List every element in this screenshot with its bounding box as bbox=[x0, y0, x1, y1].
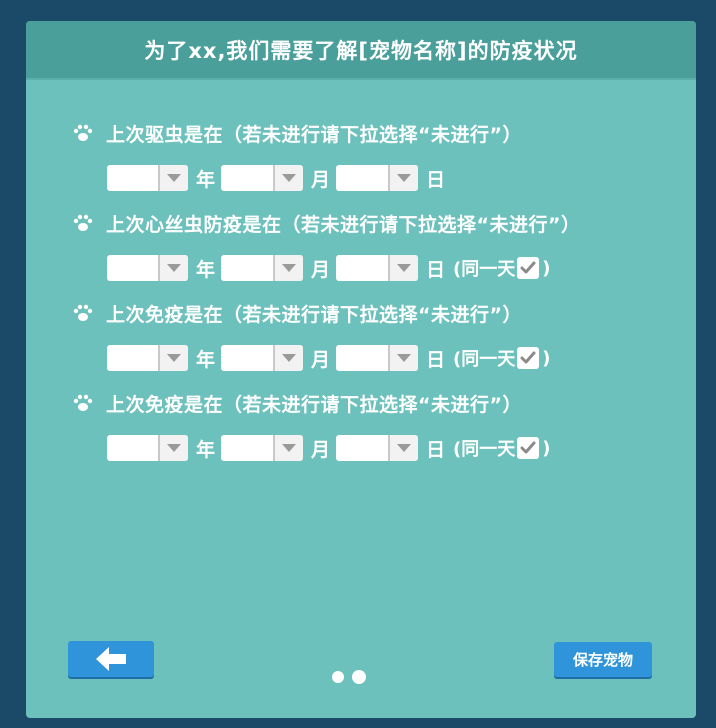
month-label: 月 bbox=[311, 168, 331, 191]
question-label: 上次心丝虫防疫是在（若未进行请下拉选择“未进行”） bbox=[106, 213, 581, 236]
same-day-close: ) bbox=[542, 257, 551, 279]
chevron-down-icon bbox=[397, 354, 412, 362]
year-select[interactable] bbox=[107, 255, 188, 281]
same-day-label: (同一天 bbox=[453, 439, 516, 460]
day-label: 日 bbox=[426, 348, 446, 371]
day-select[interactable] bbox=[336, 435, 419, 461]
month-select[interactable] bbox=[221, 255, 304, 281]
day-label: 日 bbox=[426, 168, 446, 191]
paw-icon bbox=[73, 214, 93, 231]
year-select[interactable] bbox=[107, 435, 188, 461]
same-day-label: (同一天 bbox=[453, 259, 516, 280]
chevron-down-icon bbox=[282, 354, 297, 362]
day-select[interactable] bbox=[336, 165, 419, 191]
same-day-checkbox[interactable] bbox=[517, 347, 540, 369]
paw-icon bbox=[73, 394, 93, 411]
year-label: 年 bbox=[196, 168, 216, 191]
back-button[interactable] bbox=[68, 641, 154, 677]
month-select[interactable] bbox=[221, 165, 304, 191]
title-bar: 为了xx,我们需要了解[宠物名称]的防疫状况 bbox=[26, 21, 696, 80]
save-pet-button[interactable]: 保存宠物 bbox=[554, 642, 652, 677]
year-select[interactable] bbox=[107, 165, 188, 191]
question-label: 上次免疫是在（若未进行请下拉选择“未进行”） bbox=[106, 303, 522, 326]
same-day-checkbox[interactable] bbox=[517, 437, 540, 459]
arrow-left-icon bbox=[96, 647, 126, 671]
paw-icon bbox=[73, 304, 93, 321]
page-title: 为了xx,我们需要了解[宠物名称]的防疫状况 bbox=[144, 38, 578, 63]
chevron-down-icon bbox=[167, 264, 181, 272]
day-label: 日 bbox=[426, 258, 446, 281]
year-label: 年 bbox=[196, 348, 216, 371]
checkmark-icon bbox=[520, 261, 536, 274]
same-day-close: ) bbox=[542, 347, 551, 369]
month-select[interactable] bbox=[221, 435, 304, 461]
month-label: 月 bbox=[311, 438, 331, 461]
day-select[interactable] bbox=[336, 255, 419, 281]
chevron-down-icon bbox=[397, 264, 412, 272]
month-label: 月 bbox=[311, 258, 331, 281]
day-select[interactable] bbox=[336, 345, 419, 371]
chevron-down-icon bbox=[282, 264, 297, 272]
day-label: 日 bbox=[426, 438, 446, 461]
year-label: 年 bbox=[196, 258, 216, 281]
form-panel: 为了xx,我们需要了解[宠物名称]的防疫状况 上次驱虫是在（若未进行请下拉选择“… bbox=[26, 21, 696, 718]
chevron-down-icon bbox=[397, 174, 412, 182]
question-label: 上次免疫是在（若未进行请下拉选择“未进行”） bbox=[106, 393, 522, 416]
year-label: 年 bbox=[196, 438, 216, 461]
checkmark-icon bbox=[520, 441, 536, 454]
page-indicator bbox=[332, 670, 366, 684]
year-select[interactable] bbox=[107, 345, 188, 371]
same-day-close: ) bbox=[542, 437, 551, 459]
month-select[interactable] bbox=[221, 345, 304, 371]
chevron-down-icon bbox=[167, 354, 181, 362]
month-label: 月 bbox=[311, 348, 331, 371]
same-day-label: (同一天 bbox=[453, 349, 516, 370]
page-dot[interactable] bbox=[332, 671, 344, 683]
chevron-down-icon bbox=[282, 444, 297, 452]
checkmark-icon bbox=[520, 351, 536, 364]
chevron-down-icon bbox=[282, 174, 297, 182]
chevron-down-icon bbox=[167, 174, 181, 182]
chevron-down-icon bbox=[397, 444, 412, 452]
page-dot-active[interactable] bbox=[352, 670, 366, 684]
paw-icon bbox=[73, 124, 93, 141]
chevron-down-icon bbox=[167, 444, 181, 452]
same-day-checkbox[interactable] bbox=[517, 257, 540, 279]
question-label: 上次驱虫是在（若未进行请下拉选择“未进行”） bbox=[106, 123, 522, 146]
